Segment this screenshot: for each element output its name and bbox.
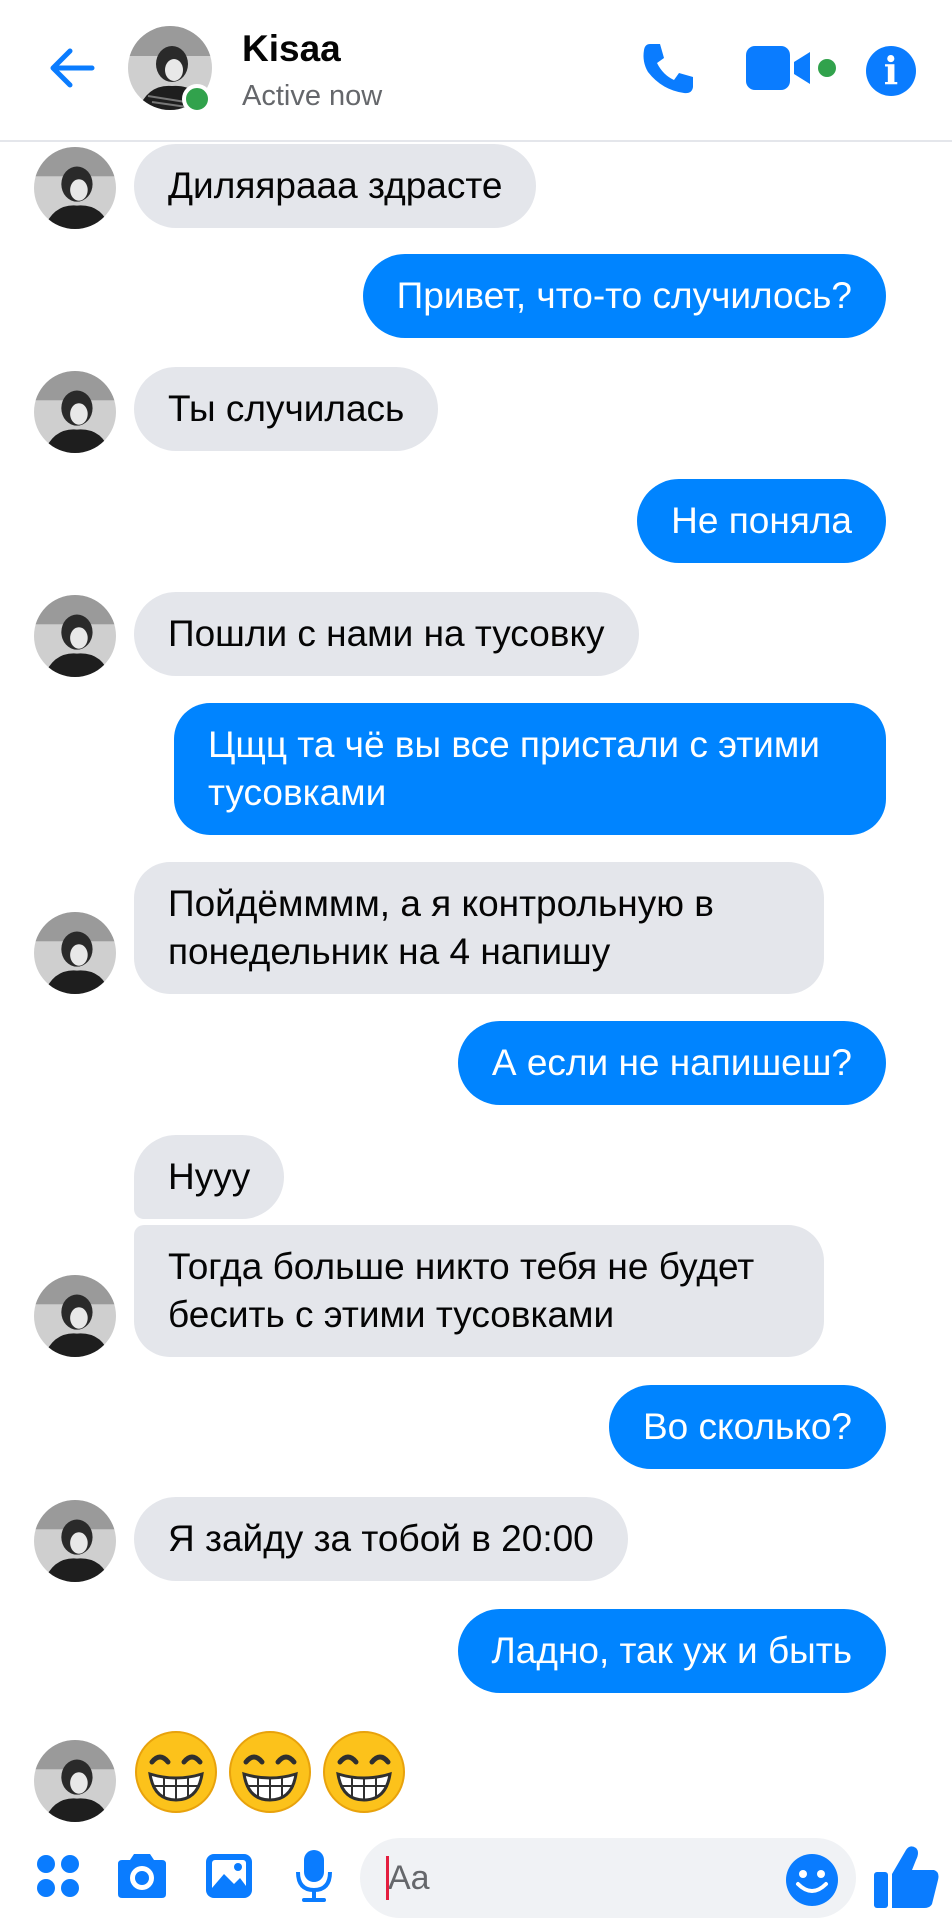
message-bubble-incoming[interactable]: Ты случилась xyxy=(134,367,439,451)
sender-avatar[interactable] xyxy=(34,1500,116,1582)
message-bubble-incoming[interactable]: Тогда больше никто тебя не будет бесить … xyxy=(134,1225,824,1357)
grinning-face-icon xyxy=(229,1731,311,1813)
chat-header: Kisaa Active now i xyxy=(0,0,952,142)
sender-avatar[interactable] xyxy=(34,595,116,677)
sender-avatar[interactable] xyxy=(34,1275,116,1357)
message-input[interactable] xyxy=(360,1838,856,1918)
menu-dots-icon[interactable] xyxy=(34,1852,82,1900)
message-bubble-outgoing[interactable]: Привет, что-то случилось? xyxy=(362,254,886,338)
phone-icon[interactable] xyxy=(636,36,700,100)
message-bubble-outgoing[interactable]: Ладно, так уж и быть xyxy=(457,1609,886,1693)
message-bubble-incoming[interactable]: Пошли с нами на тусовку xyxy=(134,592,639,676)
video-camera-icon[interactable] xyxy=(744,42,816,94)
grinning-face-icon xyxy=(323,1731,405,1813)
contact-status: Active now xyxy=(242,80,383,112)
contact-name[interactable]: Kisaa xyxy=(242,28,341,70)
text-caret xyxy=(386,1856,389,1900)
video-active-dot xyxy=(818,59,836,77)
message-bubble-outgoing[interactable]: Цщц та чё вы все пристали с этими тусовк… xyxy=(174,703,886,835)
message-bubble-outgoing[interactable]: Не поняла xyxy=(637,479,886,563)
back-arrow-icon[interactable] xyxy=(42,38,102,98)
camera-icon[interactable] xyxy=(114,1852,170,1900)
emoji-message[interactable] xyxy=(134,1730,406,1814)
microphone-icon[interactable] xyxy=(294,1848,334,1904)
message-bubble-incoming[interactable]: Диляяраaa здрасте xyxy=(134,144,537,228)
sender-avatar[interactable] xyxy=(34,912,116,994)
sender-avatar[interactable] xyxy=(34,147,116,229)
gallery-icon[interactable] xyxy=(204,1852,254,1900)
online-indicator xyxy=(182,84,212,114)
sender-avatar[interactable] xyxy=(34,371,116,453)
message-bubble-incoming[interactable]: Я зайду за тобой в 20:00 xyxy=(134,1497,628,1581)
emoji-icon[interactable] xyxy=(784,1852,840,1908)
message-bubble-outgoing[interactable]: Во сколько? xyxy=(608,1385,886,1469)
message-bubble-outgoing[interactable]: А если не напишеш? xyxy=(457,1021,886,1105)
sender-avatar[interactable] xyxy=(34,1740,116,1822)
like-icon[interactable] xyxy=(872,1842,942,1912)
message-bubble-incoming[interactable]: Пойдёмммм, а я контрольную в понедельник… xyxy=(134,862,824,994)
message-bubble-incoming[interactable]: Нууу xyxy=(134,1135,285,1219)
info-icon[interactable]: i xyxy=(866,46,916,96)
grinning-face-icon xyxy=(135,1731,217,1813)
